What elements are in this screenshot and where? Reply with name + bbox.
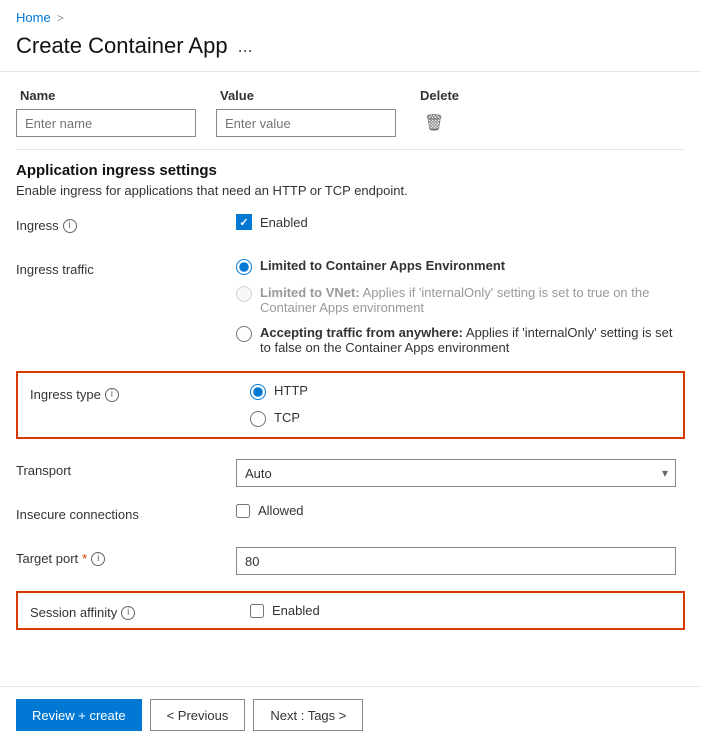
ingress-control: Enabled	[236, 214, 685, 230]
transport-select[interactable]: Auto HTTP/1 HTTP/2 GRPC	[236, 459, 676, 487]
target-port-info-icon[interactable]: i	[91, 552, 105, 566]
value-input[interactable]	[216, 109, 396, 137]
session-affinity-checkbox-label[interactable]: Enabled	[250, 603, 671, 618]
breadcrumb: Home >	[0, 0, 701, 29]
insecure-connections-label: Insecure connections	[16, 503, 236, 522]
page-title: Create Container App	[16, 33, 228, 59]
previous-button[interactable]: < Previous	[150, 699, 246, 731]
transport-label: Transport	[16, 459, 236, 478]
transport-control: Auto HTTP/1 HTTP/2 GRPC ▾	[236, 459, 685, 487]
insecure-connections-value: Allowed	[258, 503, 304, 518]
insecure-connections-control: Allowed	[236, 503, 685, 518]
ingress-type-radio-tcp[interactable]	[250, 411, 266, 427]
section-divider-1	[16, 149, 685, 150]
traffic-option-limited-vnet-text: Limited to VNet: Applies if 'internalOnl…	[260, 285, 685, 315]
name-input[interactable]	[16, 109, 196, 137]
value-column-header: Value	[216, 88, 416, 103]
session-affinity-highlighted-box: Session affinity i Enabled	[16, 591, 685, 630]
ingress-label: Ingress i	[16, 214, 236, 233]
ingress-type-info-icon[interactable]: i	[105, 388, 119, 402]
breadcrumb-separator: >	[57, 11, 64, 25]
review-create-button[interactable]: Review + create	[16, 699, 142, 731]
target-port-control: 80	[236, 547, 685, 575]
delete-row-icon[interactable]: 🗑	[424, 113, 496, 133]
name-value-table-header: Name Value Delete	[16, 88, 685, 103]
ingress-type-http[interactable]: HTTP	[250, 383, 671, 400]
ingress-type-tcp-label: TCP	[274, 410, 300, 425]
ingress-traffic-label: Ingress traffic	[16, 258, 236, 277]
ingress-enabled-checkbox-label[interactable]: Enabled	[236, 214, 685, 230]
traffic-radio-limited-vnet[interactable]	[236, 286, 252, 302]
ingress-enabled-label: Enabled	[260, 215, 308, 230]
session-affinity-checkbox[interactable]	[250, 604, 264, 618]
ingress-type-radio-http[interactable]	[250, 384, 266, 400]
more-options-icon[interactable]: ...	[238, 36, 253, 57]
ingress-type-label: Ingress type i	[30, 383, 250, 402]
ingress-type-tcp[interactable]: TCP	[250, 410, 671, 427]
transport-select-wrapper: Auto HTTP/1 HTTP/2 GRPC ▾	[236, 459, 676, 487]
ingress-traffic-row: Ingress traffic Limited to Container App…	[16, 258, 685, 355]
traffic-option-accepting-anywhere-text: Accepting traffic from anywhere: Applies…	[260, 325, 685, 355]
page-header: Create Container App ...	[0, 29, 701, 72]
ingress-traffic-control: Limited to Container Apps Environment Li…	[236, 258, 685, 355]
traffic-option-accepting-anywhere[interactable]: Accepting traffic from anywhere: Applies…	[236, 325, 685, 355]
traffic-radio-accepting-anywhere[interactable]	[236, 326, 252, 342]
target-port-input[interactable]: 80	[236, 547, 676, 575]
ingress-section-desc: Enable ingress for applications that nee…	[16, 183, 685, 198]
insecure-connections-row: Insecure connections Allowed	[16, 503, 685, 531]
insecure-connections-checkbox-label[interactable]: Allowed	[236, 503, 685, 518]
footer: Review + create < Previous Next : Tags >	[0, 686, 701, 743]
session-affinity-enabled-label: Enabled	[272, 603, 320, 618]
ingress-type-highlighted-box: Ingress type i HTTP TCP	[16, 371, 685, 439]
ingress-type-control: HTTP TCP	[250, 383, 671, 427]
ingress-info-icon[interactable]: i	[63, 219, 77, 233]
traffic-radio-limited-container[interactable]	[236, 259, 252, 275]
session-affinity-info-icon[interactable]: i	[121, 606, 135, 620]
traffic-option-limited-container-label: Limited to Container Apps Environment	[260, 258, 685, 273]
transport-row: Transport Auto HTTP/1 HTTP/2 GRPC ▾	[16, 459, 685, 487]
session-affinity-control: Enabled	[250, 603, 671, 618]
target-port-row: Target port * i 80	[16, 547, 685, 575]
ingress-type-http-label: HTTP	[274, 383, 308, 398]
breadcrumb-home[interactable]: Home	[16, 10, 51, 25]
delete-column-header: Delete	[416, 88, 496, 103]
next-button[interactable]: Next : Tags >	[253, 699, 363, 731]
traffic-option-limited-vnet[interactable]: Limited to VNet: Applies if 'internalOnl…	[236, 285, 685, 315]
ingress-section-title: Application ingress settings	[16, 162, 685, 179]
traffic-option-limited-container[interactable]: Limited to Container Apps Environment	[236, 258, 685, 275]
ingress-checkbox-checked	[236, 214, 252, 230]
target-port-required-marker: *	[82, 551, 87, 566]
insecure-connections-checkbox[interactable]	[236, 504, 250, 518]
ingress-row: Ingress i Enabled	[16, 214, 685, 242]
target-port-label: Target port * i	[16, 547, 236, 566]
ingress-type-row: Ingress type i HTTP TCP	[16, 371, 685, 443]
name-value-row: 🗑	[16, 109, 685, 137]
name-column-header: Name	[16, 88, 216, 103]
session-affinity-label: Session affinity i	[30, 601, 250, 620]
